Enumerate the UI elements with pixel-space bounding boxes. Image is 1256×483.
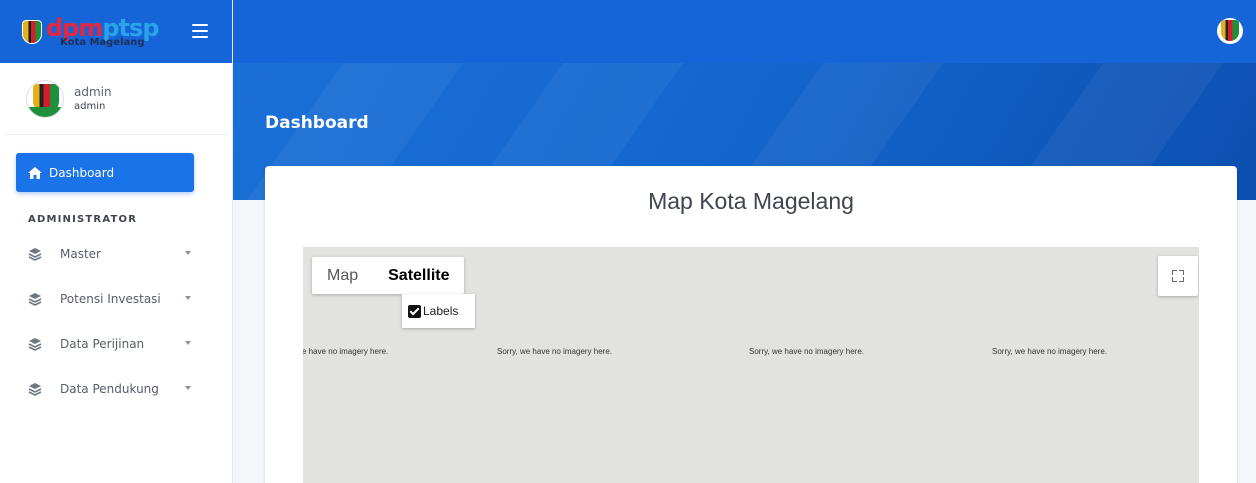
map-type-satellite-button[interactable]: Satellite [373,257,464,294]
sidebar-item-label: Potensi Investasi [60,291,161,306]
hamburger-icon[interactable] [192,24,208,38]
map-tile-message: Sorry, we have no imagery here. [992,347,1108,356]
brand-header: dpmptsp Kota Magelang [0,0,232,63]
chevron-down-icon [185,296,191,300]
sidebar-section-header: ADMINISTRATOR [28,214,138,225]
sidebar-item-dashboard[interactable]: Dashboard [16,153,194,192]
sidebar: dpmptsp Kota Magelang admin admin Dashbo… [0,0,233,483]
chevron-down-icon [185,251,191,255]
user-avatar-button[interactable] [1217,18,1243,44]
brand-subtitle: Kota Magelang [60,36,145,48]
sidebar-item-master[interactable]: Master [16,231,194,276]
user-role: admin [74,100,106,112]
layers-icon [28,382,42,396]
map-canvas[interactable]: Map Satellite Labels e have no imagery h… [303,247,1199,483]
chevron-down-icon [185,386,191,390]
map-tile-message: Sorry, we have no imagery here. [749,347,865,356]
brand-logo[interactable]: dpmptsp Kota Magelang [22,16,160,48]
sidebar-nav: Dashboard ADMINISTRATOR Master Potensi I… [0,135,232,411]
top-navbar [233,0,1256,63]
map-type-control: Map Satellite [312,257,465,294]
fullscreen-button[interactable] [1158,256,1198,296]
map-type-map-button[interactable]: Map [312,257,373,294]
sidebar-item-potensi-investasi[interactable]: Potensi Investasi [16,276,194,321]
avatar[interactable] [26,79,64,118]
sidebar-item-label: Master [60,246,101,261]
labels-toggle[interactable]: Labels [402,294,475,328]
chevron-down-icon [185,341,191,345]
layers-icon [28,337,42,351]
page-title: Dashboard [265,113,369,133]
sidebar-item-data-pendukung[interactable]: Data Pendukung [16,366,194,411]
layers-icon [28,292,42,306]
user-name: admin [74,84,112,99]
fullscreen-icon [1172,270,1177,275]
city-crest-icon [22,19,42,44]
user-panel: admin admin [4,63,228,135]
sidebar-item-data-perijinan[interactable]: Data Perijinan [16,321,194,366]
sidebar-item-label: Dashboard [49,165,115,180]
checkbox-checked-icon [408,304,421,318]
sidebar-item-label: Data Pendukung [60,381,159,396]
sidebar-item-label: Data Perijinan [60,336,145,351]
layers-icon [28,247,42,261]
map-card: Map Kota Magelang Map Satellite Labels e… [265,166,1237,483]
map-tile-message: e have no imagery here. [303,347,389,356]
map-tile-message: Sorry, we have no imagery here. [497,347,613,356]
labels-toggle-label: Labels [423,304,459,318]
home-icon [28,166,42,179]
card-title: Map Kota Magelang [648,188,854,214]
